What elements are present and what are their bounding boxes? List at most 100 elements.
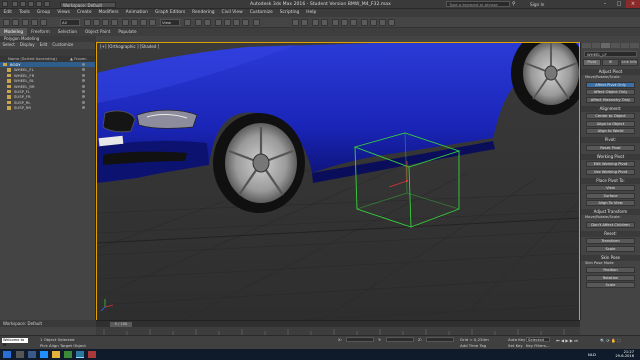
use-working-pivot-button[interactable]: Use Working Pivot [586, 168, 635, 175]
zoom-icon[interactable]: 🔍 [600, 338, 605, 343]
explorer-menu-edit[interactable]: Edit [37, 42, 50, 48]
affect-object-only-button[interactable]: Affect Object Only [586, 89, 635, 95]
save-file-icon[interactable] [28, 1, 34, 7]
display-tab-icon[interactable] [620, 43, 630, 48]
affect-hierarchy-only-button[interactable]: Affect Hierarchy Only [586, 96, 635, 103]
move-icon[interactable] [122, 19, 129, 26]
menu-civil-view[interactable]: Civil View [218, 9, 246, 17]
auto-key-button[interactable]: Auto Key [508, 337, 525, 342]
sign-in-link[interactable]: Sign In [530, 2, 544, 7]
place-icon[interactable] [149, 19, 156, 26]
menu-modifiers[interactable]: Modifiers [95, 9, 122, 17]
maximize-viewport-icon[interactable]: ⛶ [617, 338, 620, 343]
position-button[interactable]: Position [586, 267, 635, 273]
undo-icon[interactable] [36, 1, 42, 7]
visibility-icon[interactable] [82, 100, 85, 104]
rollout-title[interactable]: Pivot: [581, 137, 640, 143]
schematic-view-icon[interactable] [341, 19, 348, 26]
search-input[interactable]: Type a keyword or phrase [446, 1, 510, 7]
new-file-icon[interactable] [12, 1, 18, 7]
rollout-title[interactable]: Reset: [581, 230, 640, 237]
menu-animation[interactable]: Animation [122, 9, 151, 17]
menu-scripting[interactable]: Scripting [276, 9, 303, 17]
select-by-name-icon[interactable] [93, 19, 100, 26]
render-production-icon[interactable] [379, 19, 386, 26]
workspace-dropdown[interactable]: Workspace: Default [60, 2, 116, 8]
material-editor-icon[interactable] [350, 19, 357, 26]
ribbon-tab-selection[interactable]: Selection [54, 28, 81, 36]
add-time-tag-button[interactable]: Add Time Tag [460, 343, 486, 348]
language-indicator[interactable]: NLD [588, 352, 596, 357]
3dsmax-taskbar-icon[interactable] [76, 351, 84, 358]
hierarchy-tab-link-info[interactable]: Link Info [620, 59, 639, 66]
undo-tool-icon[interactable] [3, 19, 10, 26]
visibility-icon[interactable] [82, 79, 85, 83]
z-coord-field[interactable] [426, 337, 454, 342]
align-icon[interactable] [301, 19, 308, 26]
layer-explorer-icon[interactable] [321, 19, 328, 26]
next-frame-icon[interactable]: ▶ [570, 338, 573, 343]
scene-tree-item[interactable]: SUSP_RR [0, 105, 95, 110]
file-explorer-icon[interactable] [52, 351, 60, 358]
visibility-icon[interactable] [82, 63, 85, 66]
app-taskbar-icon[interactable] [88, 351, 96, 358]
goto-start-icon[interactable]: ⏮ [556, 338, 560, 343]
perspective-viewport[interactable]: [+] [Orthographic ] [Shaded ] [96, 42, 580, 322]
select-manipulate-icon[interactable] [195, 19, 202, 26]
selected-dropdown[interactable]: Selected [526, 337, 550, 342]
percent-snap-icon[interactable] [233, 19, 240, 26]
center-to-object-button[interactable]: Center to Object [586, 113, 635, 119]
y-coord-field[interactable] [386, 337, 414, 342]
maxscript-listener[interactable]: Welcome to M [2, 338, 28, 347]
modify-tab-icon[interactable] [591, 43, 601, 48]
maximize-icon[interactable]: □ [612, 0, 626, 8]
menu-edit[interactable]: Edit [0, 9, 16, 17]
open-file-icon[interactable] [20, 1, 26, 7]
reference-coordinate-dropdown[interactable]: View [160, 19, 180, 26]
keyboard-shortcut-icon[interactable] [204, 19, 211, 26]
ribbon-tab-modeling[interactable]: Modeling [0, 28, 28, 36]
explorer-menu-display[interactable]: Display [17, 42, 37, 48]
binoculars-icon[interactable]: ⚲ [512, 1, 516, 7]
rotation-button[interactable]: Rotation [586, 274, 635, 281]
workspace-status[interactable]: Workspace: Default [0, 320, 96, 327]
render-setup-icon[interactable] [361, 19, 368, 26]
rectangular-selection-icon[interactable] [102, 19, 109, 26]
selection-filter-dropdown[interactable]: All [60, 19, 80, 26]
spinner-snap-icon[interactable] [242, 19, 249, 26]
ribbon-tab-freeform[interactable]: Freeform [27, 28, 54, 36]
visibility-icon[interactable] [82, 95, 85, 99]
view-button[interactable]: View [586, 185, 635, 191]
visibility-icon[interactable] [82, 84, 85, 88]
redo-tool-icon[interactable] [12, 19, 19, 26]
render-in-cloud-icon[interactable] [388, 19, 395, 26]
rollout-title[interactable]: Alignment: [581, 105, 640, 112]
scale-button[interactable]: Scale [586, 282, 635, 288]
redo-icon[interactable] [44, 1, 50, 7]
visibility-icon[interactable] [82, 89, 85, 93]
hierarchy-tab-icon[interactable] [601, 43, 611, 48]
pan-icon[interactable]: ✋ [611, 338, 616, 343]
explorer-menu-customize[interactable]: Customize [50, 42, 76, 48]
affect-pivot-only-button[interactable]: Affect Pivot Only [586, 81, 635, 88]
menu-rendering[interactable]: Rendering [189, 9, 218, 17]
ribbon-tab-object-paint[interactable]: Object Paint [81, 28, 114, 36]
angle-snap-icon[interactable] [224, 19, 231, 26]
app-logo-icon[interactable] [2, 1, 8, 7]
mirror-icon[interactable] [292, 19, 299, 26]
orbit-icon[interactable]: ⟳ [606, 338, 609, 343]
bind-space-warp-icon[interactable] [40, 19, 47, 26]
surface-button[interactable]: Surface [586, 192, 635, 199]
rotate-icon[interactable] [131, 19, 138, 26]
align-to-view-button[interactable]: Align To View [586, 200, 635, 206]
scale-icon[interactable] [140, 19, 147, 26]
menu-help[interactable]: Help [303, 9, 320, 17]
menu-customize[interactable]: Customize [246, 9, 276, 17]
rollout-title[interactable]: Place Pivot To: [581, 177, 640, 184]
visibility-icon[interactable] [82, 73, 85, 77]
windows-start-icon[interactable] [3, 351, 11, 358]
scene-explorer-toggle-icon[interactable] [312, 19, 319, 26]
close-icon[interactable]: × [626, 0, 640, 8]
align-to-object-button[interactable]: Align to Object [586, 120, 635, 127]
menu-views[interactable]: Views [54, 9, 74, 17]
